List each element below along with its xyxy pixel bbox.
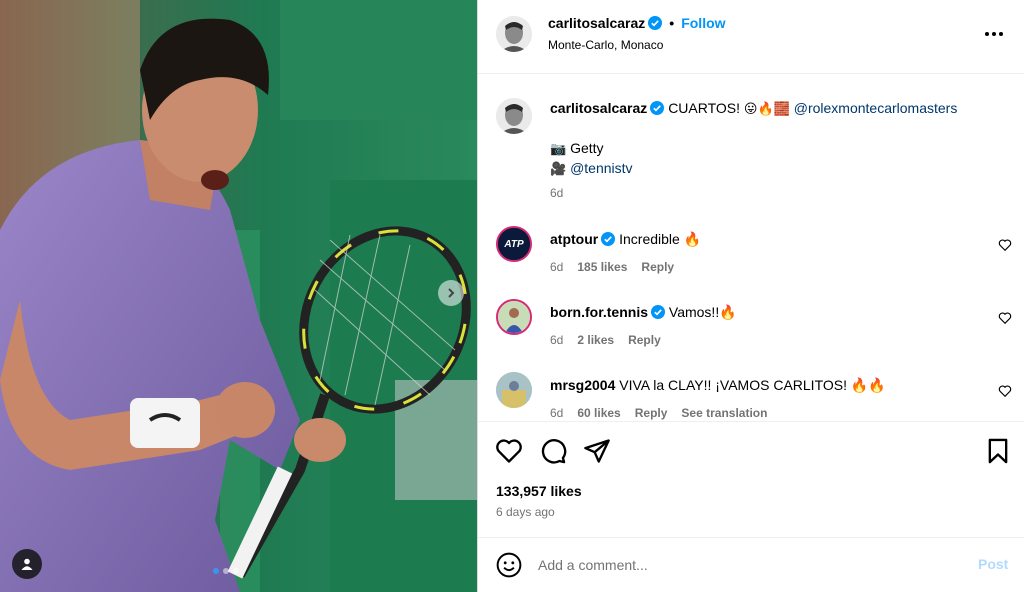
post-side-panel: carlitosalcaraz • Follow Monte-Carlo, Mo…: [477, 0, 1024, 592]
heart-icon[interactable]: [998, 311, 1012, 325]
separator-dot: •: [669, 15, 675, 31]
camera-icon: 📷: [550, 142, 567, 157]
caption-message: CUARTOS!: [668, 100, 741, 116]
caption-meta: 6d: [550, 186, 563, 200]
video-credit-line: 🎥 @tennistv: [550, 158, 970, 180]
post-photo[interactable]: [0, 0, 477, 592]
carousel-dot: [223, 568, 229, 574]
avatar-image: [496, 16, 532, 52]
see-translation-button[interactable]: See translation: [681, 406, 767, 420]
comment-likes[interactable]: 60 likes: [577, 406, 620, 420]
action-bar: [478, 421, 1024, 481]
carousel-dot: [213, 568, 219, 574]
heart-icon[interactable]: [495, 437, 523, 465]
verified-badge-icon: [648, 16, 663, 30]
comment-text: mrsg2004 VIVA la CLAY!! ¡VAMOS CARLITOS!…: [550, 375, 970, 395]
photo-credit: Getty: [570, 140, 604, 156]
verified-badge-icon: [651, 305, 665, 319]
video-camera-icon: 🎥: [550, 162, 567, 177]
post-location[interactable]: Monte-Carlo, Monaco: [548, 38, 663, 52]
atp-logo-icon: ATP: [498, 228, 530, 260]
author-username[interactable]: carlitosalcaraz: [548, 15, 645, 31]
verified-badge-icon: [601, 232, 616, 246]
more-options-button[interactable]: [980, 24, 1008, 44]
comment-meta: 6d 2 likes Reply: [550, 333, 661, 347]
likes-count[interactable]: 133,957 likes: [496, 483, 582, 499]
caption-time[interactable]: 6d: [550, 186, 563, 200]
comment-username[interactable]: born.for.tennis: [550, 304, 648, 320]
video-credit-link[interactable]: @tennistv: [570, 160, 632, 176]
avatar-image: [496, 372, 532, 408]
caption-avatar[interactable]: [496, 98, 532, 134]
comment-message: Vamos!!🔥: [668, 304, 737, 320]
caption: carlitosalcaraz CUARTOS! 😛🔥🧱 @rolexmonte…: [478, 96, 1024, 206]
comment-username[interactable]: mrsg2004: [550, 377, 615, 393]
comment-text: born.for.tennis Vamos!!🔥: [550, 302, 970, 322]
comment-likes[interactable]: 2 likes: [577, 333, 614, 347]
comment-time[interactable]: 6d: [550, 333, 563, 347]
verified-badge-icon: [650, 101, 665, 115]
reply-button[interactable]: Reply: [641, 260, 674, 274]
comment-avatar[interactable]: [496, 372, 532, 408]
add-comment-bar: Post: [478, 537, 1024, 592]
tennis-player-photo: [0, 0, 477, 592]
heart-icon[interactable]: [998, 384, 1012, 398]
chevron-right-icon: [448, 288, 455, 298]
comment-item: born.for.tennis Vamos!!🔥 6d 2 likes Repl…: [478, 297, 1024, 353]
comment-item: ATP atptour Incredible 🔥 6d 185 likes Re…: [478, 224, 1024, 280]
avatar-image: [496, 98, 532, 134]
next-slide-button[interactable]: [438, 280, 464, 306]
comment-meta: 6d 60 likes Reply See translation: [550, 406, 767, 420]
author-avatar[interactable]: [496, 16, 532, 52]
caption-mention-link[interactable]: @rolexmontecarlomasters: [794, 100, 958, 116]
comment-avatar[interactable]: ATP: [496, 226, 532, 262]
comment-text: atptour Incredible 🔥: [550, 229, 970, 249]
comment-meta: 6d 185 likes Reply: [550, 260, 674, 274]
post-header: carlitosalcaraz • Follow Monte-Carlo, Mo…: [478, 0, 1024, 74]
emoji-icon[interactable]: [496, 552, 522, 578]
caption-text: carlitosalcaraz CUARTOS! 😛🔥🧱 @rolexmonte…: [550, 98, 970, 120]
comment-item: mrsg2004 VIVA la CLAY!! ¡VAMOS CARLITOS!…: [478, 370, 1024, 420]
comment-input[interactable]: [538, 552, 938, 578]
bookmark-icon[interactable]: [984, 437, 1012, 465]
photo-credit-line: 📷 Getty: [550, 138, 970, 160]
heart-icon[interactable]: [998, 238, 1012, 252]
comment-likes[interactable]: 185 likes: [577, 260, 627, 274]
user-tag-icon: [21, 558, 33, 570]
avatar-image: [498, 301, 530, 333]
follow-button[interactable]: Follow: [681, 15, 725, 31]
comments-list[interactable]: carlitosalcaraz CUARTOS! 😛🔥🧱 @rolexmonte…: [478, 74, 1024, 420]
comment-message: Incredible 🔥: [619, 231, 702, 247]
svg-text:ATP: ATP: [503, 239, 524, 250]
caption-username[interactable]: carlitosalcaraz: [550, 100, 647, 116]
carousel-dots: [213, 568, 239, 574]
comment-time[interactable]: 6d: [550, 260, 563, 274]
comment-avatar[interactable]: [496, 299, 532, 335]
reply-button[interactable]: Reply: [628, 333, 661, 347]
post-date[interactable]: 6 days ago: [496, 505, 555, 519]
tagged-users-button[interactable]: [12, 549, 42, 579]
comment-icon[interactable]: [539, 437, 567, 465]
comment-time[interactable]: 6d: [550, 406, 563, 420]
comment-message: VIVA la CLAY!! ¡VAMOS CARLITOS! 🔥🔥: [619, 377, 886, 393]
comment-username[interactable]: atptour: [550, 231, 598, 247]
carousel-dot: [233, 568, 239, 574]
caption-emojis: 😛🔥🧱: [743, 102, 790, 117]
reply-button[interactable]: Reply: [635, 406, 668, 420]
share-icon[interactable]: [583, 437, 611, 465]
author-line: carlitosalcaraz • Follow: [548, 15, 726, 31]
post-comment-button[interactable]: Post: [978, 556, 1008, 572]
more-options-icon: [985, 32, 1003, 36]
post-modal: carlitosalcaraz • Follow Monte-Carlo, Mo…: [0, 0, 1024, 592]
